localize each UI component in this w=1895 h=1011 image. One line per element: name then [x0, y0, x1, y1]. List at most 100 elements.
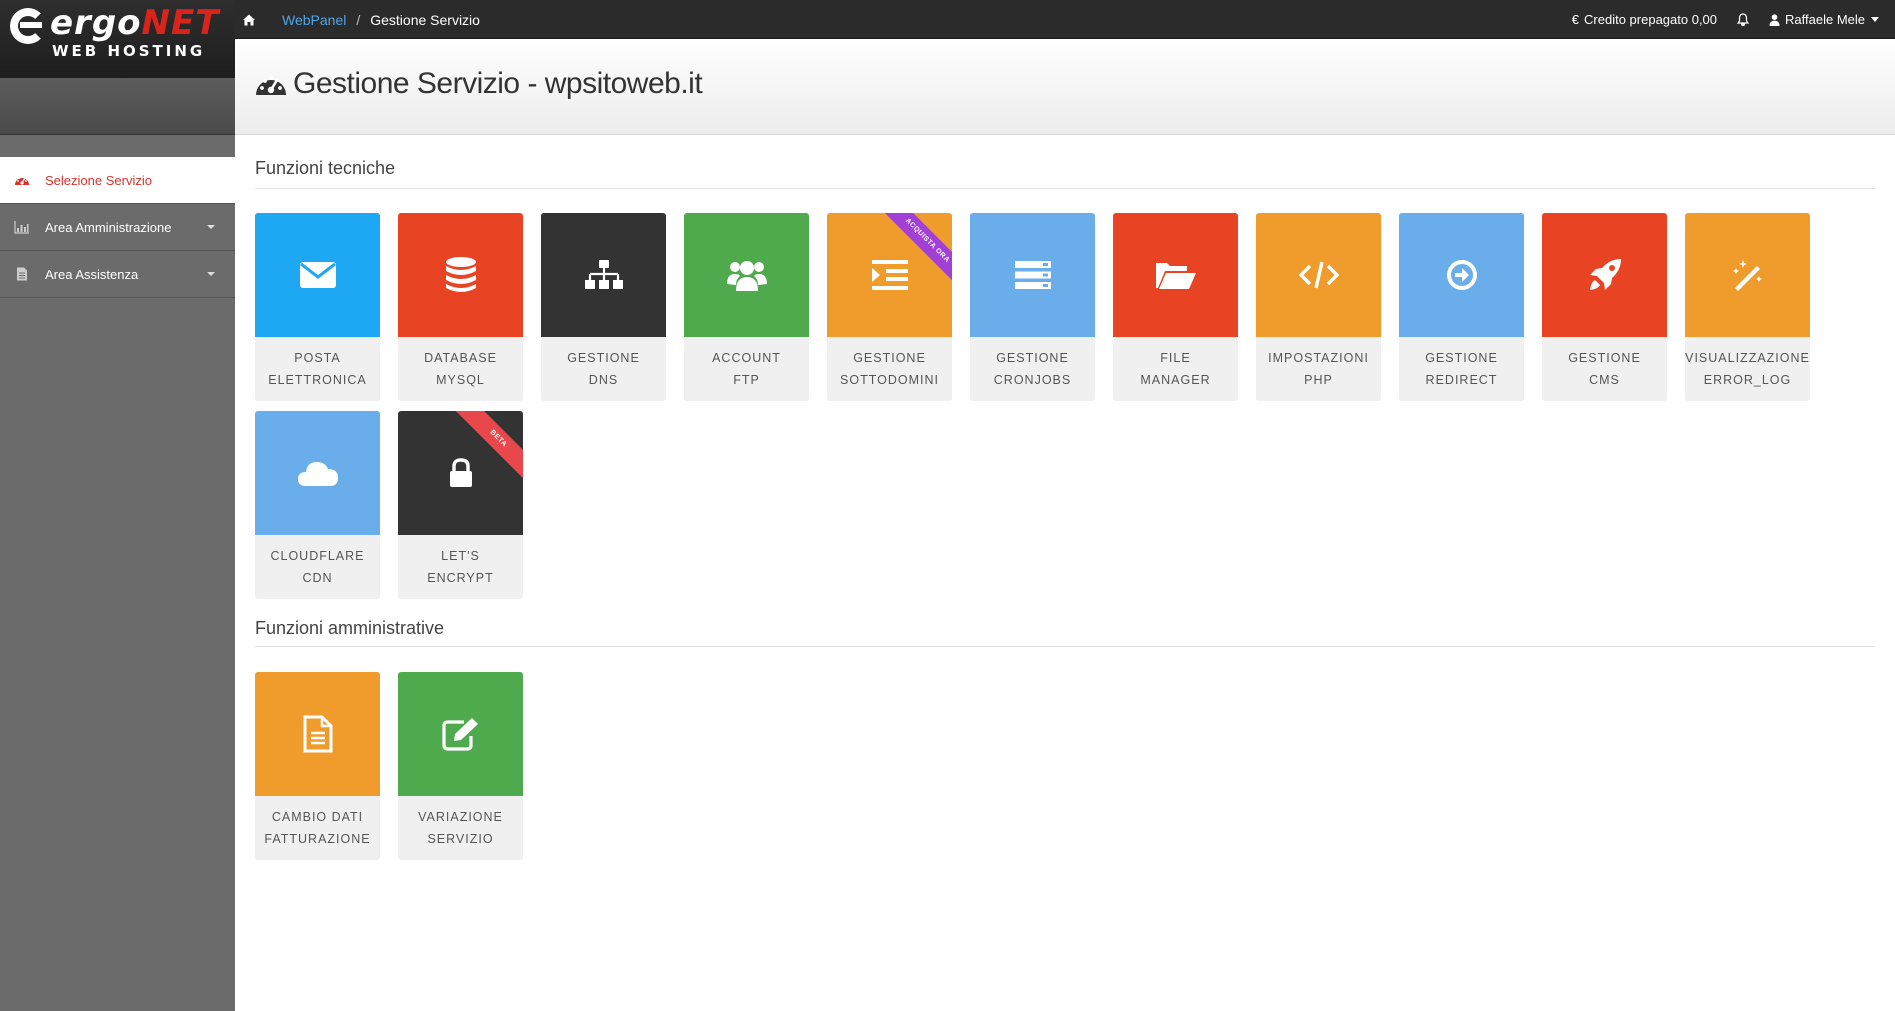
tile-label-line2: MANAGER	[1140, 373, 1211, 387]
tile-label-line2: FTP	[733, 373, 760, 387]
breadcrumb-current: Gestione Servizio	[370, 11, 480, 28]
tile-gestione-cms[interactable]: GESTIONE CMS	[1542, 213, 1667, 401]
sitemap-icon	[584, 260, 623, 289]
rocket-icon	[1589, 259, 1621, 290]
tile-icon-area	[1256, 213, 1381, 337]
sidebar-header	[0, 78, 235, 135]
tile-icon-area	[827, 213, 952, 337]
home-icon[interactable]	[242, 13, 256, 27]
page-title: Gestione Servizio - wpsitoweb.it	[255, 67, 703, 101]
tile-label-line1: ACCOUNT	[712, 351, 781, 365]
user-name: Raffaele Mele	[1785, 12, 1865, 27]
sidebar-item-selezione-servizio[interactable]: Selezione Servizio	[0, 157, 235, 204]
tile-cambio-dati-fatturazione[interactable]: CAMBIO DATI FATTURAZIONE	[255, 672, 380, 860]
tile-label-line1: GESTIONE	[1425, 351, 1498, 365]
brand-main: ergo	[50, 3, 142, 43]
tile-label-line2: SERVIZIO	[427, 832, 494, 846]
user-icon	[1769, 13, 1780, 26]
brand-accent: NET	[141, 3, 220, 43]
tile-variazione-servizio[interactable]: VARIAZIONE SERVIZIO	[398, 672, 523, 860]
arrow-circle-icon	[1446, 260, 1477, 290]
folder-open-icon	[1155, 263, 1196, 289]
tile-icon-area	[1399, 213, 1524, 337]
tile-impostazioni-php[interactable]: IMPOSTAZIONI PHP	[1256, 213, 1381, 401]
tile-label-line1: GESTIONE	[853, 351, 926, 365]
sidebar-item-area-amministrazione[interactable]: Area Amministrazione	[0, 204, 235, 251]
tile-label-line2: ELETTRONICA	[268, 373, 367, 387]
tile-label-line1: CAMBIO DATI	[271, 810, 364, 824]
dashboard-icon	[15, 177, 29, 185]
tile-icon-area	[684, 213, 809, 337]
tile-label-line1: GESTIONE	[1568, 351, 1641, 365]
tile-account-ftp[interactable]: ACCOUNT FTP	[684, 213, 809, 401]
bar-chart-icon	[14, 221, 29, 234]
breadcrumb-separator: /	[356, 11, 361, 28]
breadcrumb: WebPanel / Gestione Servizio	[242, 0, 480, 39]
tile-label-line2: REDIRECT	[1425, 373, 1498, 387]
chevron-down-icon	[207, 225, 215, 229]
lock-icon	[449, 458, 472, 487]
tile-label-line2: MYSQL	[436, 373, 485, 387]
tile-label-line1: FILE	[1160, 351, 1191, 365]
magic-wand-icon	[1732, 260, 1762, 291]
tile-label-line2: CDN	[302, 571, 333, 585]
tile-label-line2: PHP	[1304, 373, 1333, 387]
tile-icon-area	[398, 672, 523, 796]
breadcrumb-webpanel-link[interactable]: WebPanel	[282, 12, 346, 28]
document-icon	[17, 267, 27, 281]
sidebar-item-label: Area Assistenza	[45, 266, 139, 282]
section-title-technical: Funzioni tecniche	[255, 158, 396, 178]
tile-gestione-cronjobs[interactable]: GESTIONE CRONJOBS	[970, 213, 1095, 401]
tile-label-line2: FATTURAZIONE	[264, 832, 371, 846]
envelope-icon	[299, 262, 336, 288]
sidebar-item-area-assistenza[interactable]: Area Assistenza	[0, 251, 235, 298]
tile-database-mysql[interactable]: DATABASE MYSQL	[398, 213, 523, 401]
notifications-button[interactable]	[1737, 13, 1750, 26]
tile-gestione-redirect[interactable]: GESTIONE REDIRECT	[1399, 213, 1524, 401]
section-divider	[255, 188, 1875, 189]
tile-visualizzazione-error-log[interactable]: VISUALIZZAZIONE ERROR_LOG	[1685, 213, 1810, 401]
chevron-down-icon	[207, 272, 215, 276]
tile-label-line2: CMS	[1589, 373, 1620, 387]
database-icon	[445, 257, 476, 292]
tile-label-line1: GESTIONE	[996, 351, 1069, 365]
tile-label-line2: SOTTODOMINI	[840, 373, 939, 387]
tile-icon-area	[255, 672, 380, 796]
top-navbar: WebPanel / Gestione Servizio € Credito p…	[0, 0, 1895, 39]
page-title-text: Gestione Servizio - wpsitoweb.it	[293, 67, 703, 100]
tile-cloudflare-cdn[interactable]: CLOUDFLARE CDN	[255, 411, 380, 599]
tile-icon-area	[1542, 213, 1667, 337]
tile-label-line1: CLOUDFLARE	[270, 549, 365, 563]
tile-label-line2: DNS	[588, 373, 619, 387]
tile-icon-area	[1685, 213, 1810, 337]
section-title-admin: Funzioni amministrative	[255, 618, 445, 638]
server-icon	[1014, 261, 1051, 289]
indent-icon	[871, 260, 908, 290]
tile-icon-area	[255, 411, 380, 535]
tile-gestione-dns[interactable]: GESTIONE DNS	[541, 213, 666, 401]
tile-icon-area	[398, 213, 523, 337]
tile-label-line2: CRONJOBS	[993, 373, 1072, 387]
tile-label-line1: LET'S	[441, 549, 480, 563]
tile-icon-area	[970, 213, 1095, 337]
tile-posta-elettronica[interactable]: POSTA ELETTRONICA	[255, 213, 380, 401]
credit-indicator[interactable]: € Credito prepagato 0,00	[1572, 12, 1717, 27]
user-menu[interactable]: Raffaele Mele	[1769, 12, 1879, 27]
tile-label-line1: IMPOSTAZIONI	[1268, 351, 1369, 365]
tile-label-line1: VISUALIZZAZIONE	[1685, 351, 1810, 365]
tile-lets-encrypt[interactable]: BETA LET'S ENCRYPT	[398, 411, 523, 599]
page-header: Gestione Servizio - wpsitoweb.it	[235, 39, 1895, 135]
tile-label-line1: POSTA	[294, 351, 341, 365]
tile-gestione-sottodomini[interactable]: ACQUISTA ORA GESTIONE SOTTODOMINI	[827, 213, 952, 401]
tile-file-manager[interactable]: FILE MANAGER	[1113, 213, 1238, 401]
tile-label-line1: VARIAZIONE	[418, 810, 503, 824]
code-icon	[1298, 261, 1339, 289]
tile-icon-area	[1113, 213, 1238, 337]
sidebar-item-label: Area Amministrazione	[45, 219, 172, 235]
cloud-icon	[297, 462, 338, 486]
bell-icon	[1737, 13, 1750, 26]
euro-icon: €	[1571, 12, 1580, 27]
file-text-icon	[303, 715, 332, 753]
dashboard-icon	[256, 76, 286, 95]
brand-logo[interactable]: ergoNET WEB HOSTING	[0, 0, 235, 78]
